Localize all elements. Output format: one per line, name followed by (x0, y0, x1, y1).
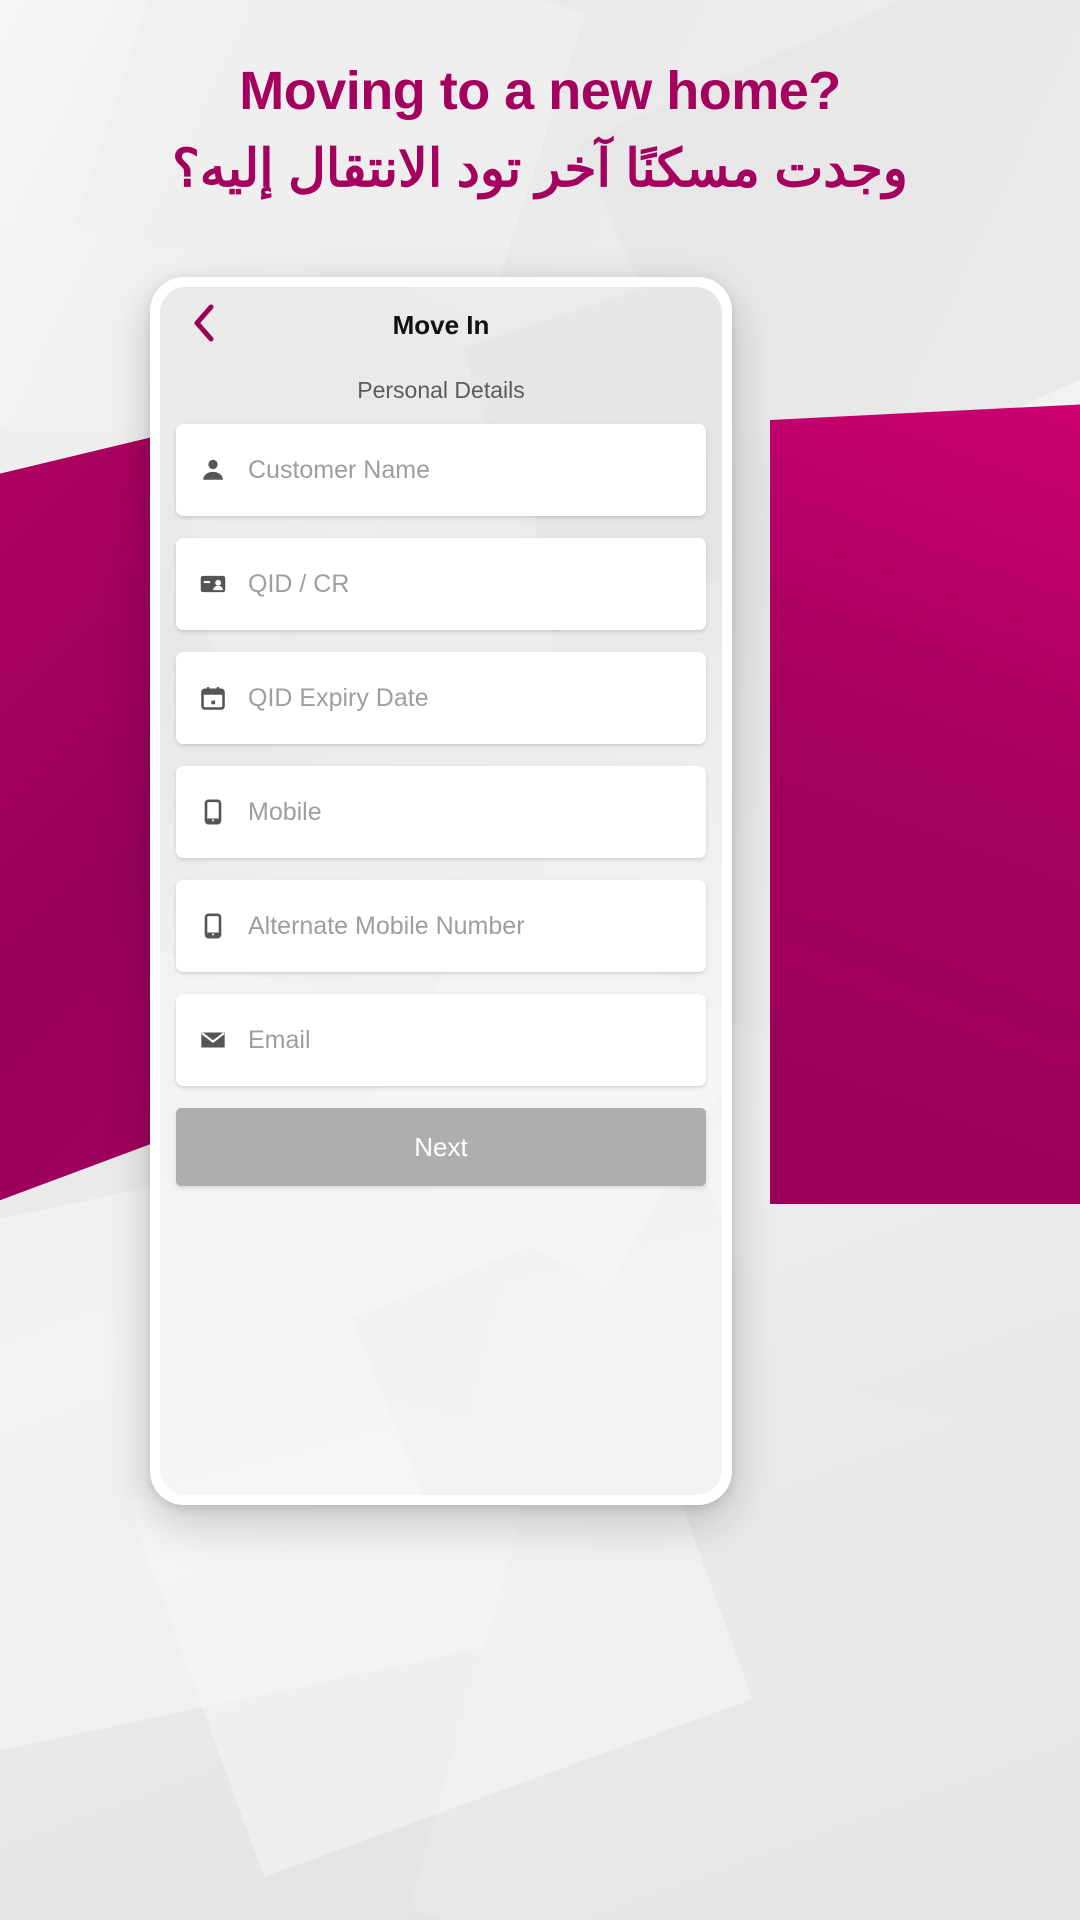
next-button-label: Next (414, 1131, 468, 1162)
phone-icon (198, 911, 228, 941)
field-customer-name[interactable]: Customer Name (176, 424, 706, 516)
calendar-icon (198, 683, 228, 713)
field-mobile[interactable]: Mobile (176, 766, 706, 858)
promo-headline: Moving to a new home? وجدت مسكنًا آخر تو… (0, 61, 1080, 202)
app-bar: Move In (176, 287, 706, 363)
phone-screen: Move In Personal Details Customer Name Q… (160, 287, 722, 1495)
field-placeholder: Customer Name (248, 455, 430, 484)
headline-english: Moving to a new home? (239, 61, 841, 121)
field-placeholder: Mobile (248, 797, 322, 826)
phone-mockup: Move In Personal Details Customer Name Q… (150, 277, 732, 1505)
page-title: Move In (392, 309, 490, 340)
id-card-icon (198, 569, 228, 599)
field-alternate-mobile-number[interactable]: Alternate Mobile Number (176, 880, 706, 972)
section-subtitle: Personal Details (357, 377, 525, 403)
back-button[interactable] (182, 303, 226, 347)
person-icon (198, 455, 228, 485)
field-placeholder: QID / CR (248, 569, 350, 598)
field-qid-expiry-date[interactable]: QID Expiry Date (176, 652, 706, 744)
field-qid-cr[interactable]: QID / CR (176, 538, 706, 630)
brand-shape-right (770, 404, 1080, 1204)
phone-icon (198, 797, 228, 827)
field-email[interactable]: Email (176, 994, 706, 1086)
promo-screenshot: Moving to a new home? وجدت مسكنًا آخر تو… (0, 0, 1080, 1920)
field-placeholder: Alternate Mobile Number (248, 911, 525, 940)
email-icon (198, 1025, 228, 1055)
next-button[interactable]: Next (176, 1108, 706, 1186)
field-placeholder: Email (248, 1025, 311, 1054)
headline-arabic: وجدت مسكنًا آخر تود الانتقال إليه؟ (172, 140, 908, 199)
field-placeholder: QID Expiry Date (248, 683, 429, 712)
chevron-left-icon (191, 303, 217, 348)
